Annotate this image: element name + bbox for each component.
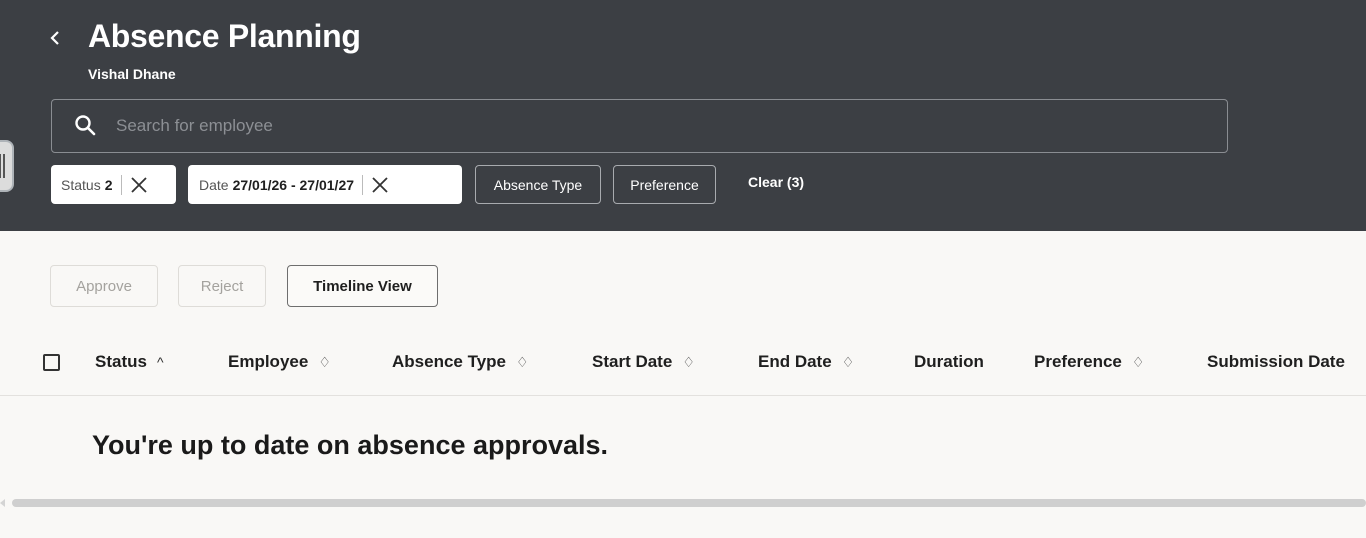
column-label: End Date	[758, 352, 832, 371]
column-header-employee[interactable]: Employee ♢	[228, 352, 331, 372]
select-all-checkbox[interactable]	[43, 354, 60, 371]
column-label: Start Date	[592, 352, 673, 371]
column-header-duration: Duration	[914, 352, 984, 372]
column-header-submission-date[interactable]: Submission Date	[1207, 352, 1345, 372]
scrollbar-thumb[interactable]	[12, 499, 1366, 507]
sort-icon: ♢	[841, 354, 855, 370]
search-icon	[75, 115, 96, 136]
timeline-view-button[interactable]: Timeline View	[287, 265, 438, 307]
page-title: Absence Planning	[88, 18, 361, 54]
horizontal-scrollbar[interactable]	[0, 498, 1366, 508]
clear-filters-link[interactable]: Clear (3)	[748, 174, 804, 190]
column-label: Preference	[1034, 352, 1122, 371]
column-header-preference[interactable]: Preference ♢	[1034, 352, 1144, 372]
column-header-start-date[interactable]: Start Date ♢	[592, 352, 695, 372]
page-header: Absence Planning Vishal Dhane Status 2 D…	[0, 0, 1366, 231]
page-subtitle: Vishal Dhane	[88, 66, 176, 82]
status-filter-label: Status	[61, 176, 101, 193]
handle-grip-line	[0, 154, 1, 178]
search-box[interactable]	[51, 99, 1228, 153]
column-header-end-date[interactable]: End Date ♢	[758, 352, 854, 372]
absence-type-filter-chip[interactable]: Absence Type	[475, 165, 601, 204]
date-filter-value: 27/01/26 - 27/01/27	[232, 176, 355, 193]
status-filter-chip[interactable]: Status 2	[51, 165, 176, 204]
approve-button[interactable]: Approve	[50, 265, 158, 307]
chip-separator	[362, 174, 364, 195]
status-filter-value: 2	[104, 176, 113, 193]
chip-separator	[120, 174, 122, 195]
handle-grip-line	[3, 154, 5, 178]
sort-icon: ♢	[516, 354, 529, 370]
close-icon[interactable]	[130, 176, 148, 194]
date-filter-label: Date	[199, 176, 229, 193]
sort-ascending-icon: ^	[156, 354, 164, 370]
column-label: Duration	[914, 352, 984, 371]
table-header-divider	[0, 395, 1366, 396]
date-filter-chip[interactable]: Date 27/01/26 - 27/01/27	[188, 165, 462, 204]
column-label: Employee	[228, 352, 309, 371]
column-label: Submission Date	[1207, 352, 1345, 371]
column-label: Status	[95, 352, 147, 371]
column-header-status[interactable]: Status ^	[95, 352, 164, 372]
scroll-left-arrow-icon[interactable]	[0, 499, 5, 507]
column-label: Absence Type	[392, 352, 507, 371]
close-icon[interactable]	[371, 176, 389, 194]
search-input[interactable]	[116, 100, 1216, 152]
preference-filter-chip[interactable]: Preference	[613, 165, 716, 204]
column-header-absence-type[interactable]: Absence Type ♢	[392, 352, 529, 372]
empty-state-message: You're up to date on absence approvals.	[92, 430, 609, 460]
back-button[interactable]	[48, 24, 68, 52]
sort-icon: ♢	[318, 354, 331, 370]
reject-button[interactable]: Reject	[178, 265, 266, 307]
chevron-left-icon	[50, 31, 59, 45]
side-panel-handle[interactable]	[0, 140, 14, 192]
sort-icon: ♢	[682, 354, 695, 370]
sort-icon: ♢	[1131, 354, 1145, 370]
